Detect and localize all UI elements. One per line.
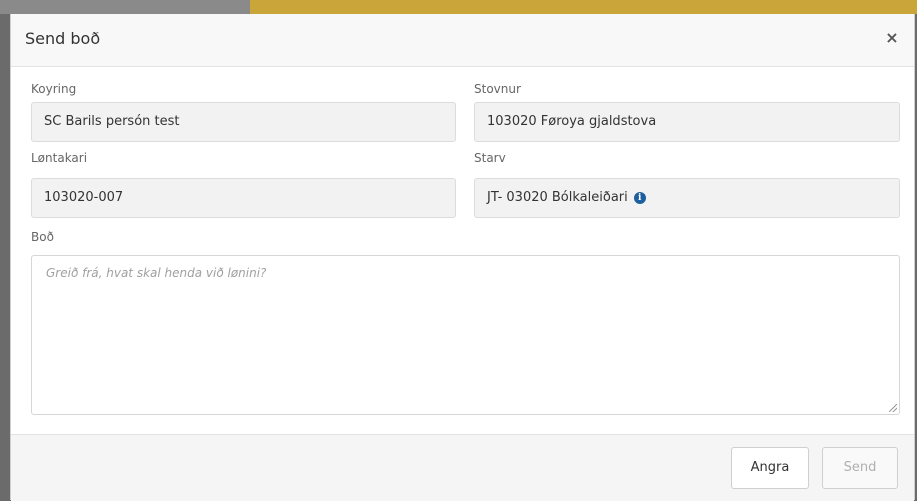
modal-header: Send boð ×: [11, 14, 914, 67]
koyring-field[interactable]: SC Barils persón test: [31, 102, 456, 142]
send-button[interactable]: Send: [822, 447, 898, 489]
starv-value: JT- 03020 Bólkaleiðari: [487, 190, 628, 205]
bod-textarea[interactable]: Greið frá, hvat skal henda við lønini?: [31, 255, 900, 415]
send-message-modal: Send boð × Koyring SC Barils persón test…: [10, 14, 915, 501]
starv-field[interactable]: JT- 03020 Bólkaleiðari i: [474, 178, 900, 218]
resize-handle-icon[interactable]: [889, 404, 897, 412]
lontakari-label: Løntakari: [31, 151, 88, 165]
starv-label: Starv: [474, 151, 506, 165]
background-top-bar-left: [0, 0, 250, 14]
lontakari-field[interactable]: 103020-007: [31, 178, 456, 218]
close-icon[interactable]: ×: [882, 28, 902, 48]
info-icon[interactable]: i: [633, 191, 646, 204]
modal-footer: Angra Send: [11, 434, 914, 501]
stovnur-label: Stovnur: [474, 82, 521, 96]
modal-title: Send boð: [25, 29, 101, 48]
cancel-button[interactable]: Angra: [731, 447, 809, 489]
bod-label: Boð: [31, 230, 54, 244]
background-top-bar: [0, 0, 917, 14]
bod-placeholder: Greið frá, hvat skal henda við lønini?: [46, 266, 267, 280]
stovnur-field[interactable]: 103020 Føroya gjaldstova: [474, 102, 900, 142]
koyring-label: Koyring: [31, 82, 77, 96]
